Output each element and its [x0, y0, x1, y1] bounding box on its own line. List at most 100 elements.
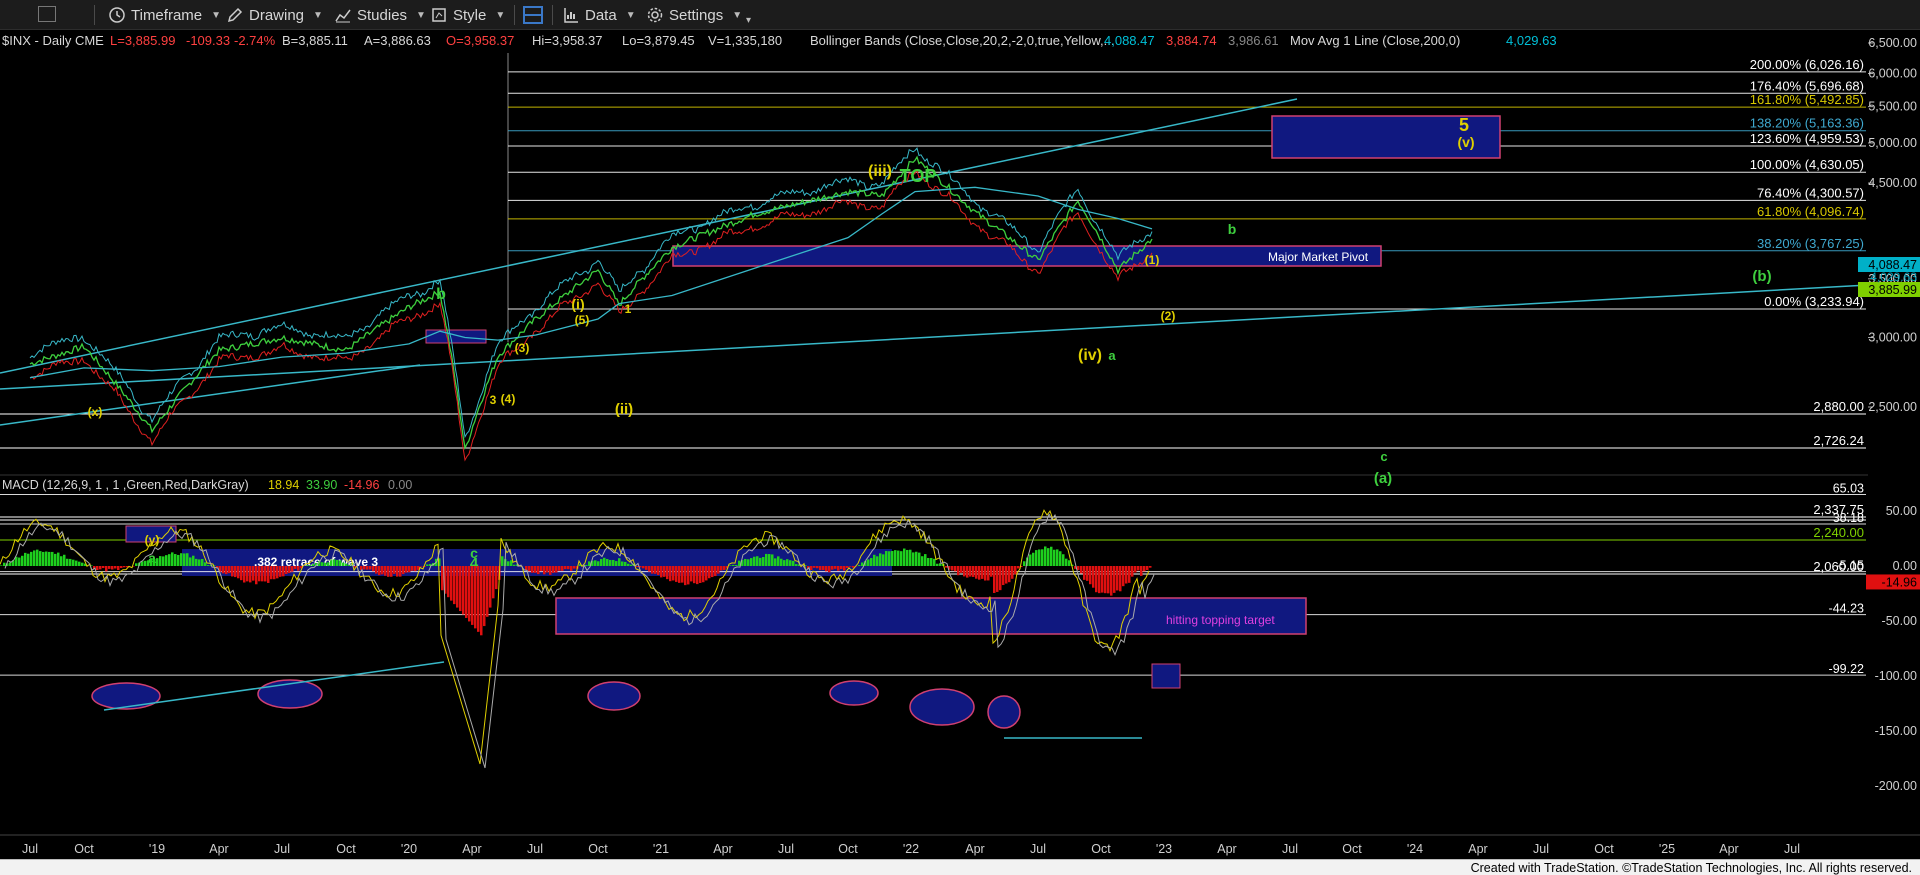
macd-histogram-bar: [729, 565, 732, 566]
macd-histogram-bar: [282, 566, 285, 577]
macd-histogram-bar: [867, 559, 870, 566]
macd-histogram-bar: [480, 566, 483, 636]
macd-histogram-bar: [732, 564, 735, 566]
time-axis-label: Apr: [965, 842, 984, 856]
macd-histogram-bar: [252, 566, 255, 581]
chart-area[interactable]: 200.00% (6,026.16) 176.40% (5,696.68) 161.…: [0, 30, 1920, 859]
macd-histogram-bar: [18, 557, 21, 566]
macd-histogram-bar: [1137, 566, 1140, 571]
macd-histogram-bar: [906, 549, 909, 566]
macd-histogram-bar: [954, 566, 957, 572]
price-tick-label: 2,500.00: [1868, 400, 1917, 414]
macd-histogram-bar: [1116, 566, 1119, 591]
macd-histogram-bar: [705, 566, 708, 581]
toolbar-separator: [514, 5, 515, 25]
macd-histogram-bar: [1092, 566, 1095, 588]
bollinger-lower: 3,884.74: [1166, 33, 1217, 48]
studies-button[interactable]: Studies ▼: [334, 3, 426, 27]
macd-histogram-bar: [525, 566, 528, 571]
data-label: Data: [585, 6, 617, 24]
macd-histogram-bar: [1011, 566, 1014, 579]
macd-histogram-bar: [48, 551, 51, 566]
macd-histogram-bar: [243, 566, 246, 583]
macd-tick-label: 0.00: [1893, 559, 1917, 573]
chevron-down-icon: ▼: [732, 9, 743, 21]
low-price: Lo=3,879.45: [622, 33, 695, 48]
macd-histogram-bar: [51, 551, 54, 566]
macd-histogram-bar: [54, 553, 57, 566]
macd-histogram-bar: [465, 566, 468, 618]
support-label: 2,240.00: [1813, 525, 1864, 540]
fib-label: 61.80% (4,096.74): [1757, 204, 1864, 219]
timeframe-button[interactable]: Timeframe ▼: [108, 3, 221, 27]
macd-zero: 0.00: [388, 478, 412, 492]
ma-axis-label: 4,029.63: [1870, 270, 1917, 284]
macd-histogram-bar: [306, 565, 309, 566]
macd-histogram-bar: [120, 566, 123, 569]
macd-histogram-bar: [1002, 566, 1005, 586]
macd-histogram-bar: [960, 566, 963, 573]
macd-level-label: -5.15: [1836, 559, 1865, 573]
topping-label: hitting topping target: [1166, 613, 1275, 627]
macd-histogram-bar: [1077, 566, 1080, 571]
macd-histogram-bar: [594, 560, 597, 566]
macd-histogram-bar: [459, 566, 462, 612]
macd-tick-label: 50.00: [1886, 504, 1917, 518]
macd-histogram-bar: [264, 566, 267, 582]
volume: V=1,335,180: [708, 33, 783, 48]
chart-canvas[interactable]: 200.00% (6,026.16)176.40% (5,696.68)161.…: [0, 30, 1920, 859]
macd-histogram-bar: [294, 566, 297, 569]
style-button[interactable]: Style ▼: [430, 3, 505, 27]
macd-histogram-bar: [609, 559, 612, 566]
wave-label: (a): [1374, 470, 1392, 487]
macd-histogram-bar: [1128, 566, 1131, 583]
macd-hist: -14.96: [344, 478, 379, 492]
settings-label: Settings: [669, 6, 724, 24]
macd-histogram-bar: [1065, 558, 1068, 566]
overflow-caret[interactable]: ▾: [742, 8, 751, 32]
macd-level-label: -99.22: [1829, 662, 1864, 676]
wave-label: (i): [571, 296, 584, 312]
style-icon: [432, 8, 446, 22]
drawing-button[interactable]: Drawing ▼: [226, 3, 323, 27]
macd-histogram-bar: [21, 555, 24, 566]
macd-histogram-bar: [156, 558, 159, 566]
macd-histogram-bar: [1080, 566, 1083, 574]
macd-histogram-bar: [822, 566, 825, 570]
macd-histogram-bar: [756, 556, 759, 566]
settings-button[interactable]: Settings ▼: [646, 3, 742, 27]
divergence-ellipse: [987, 695, 1021, 729]
window-icon[interactable]: [38, 6, 56, 22]
macd-histogram-bar: [1149, 566, 1152, 568]
macd-histogram-bar: [387, 566, 390, 577]
wave-label: (3): [515, 341, 530, 355]
macd-histogram-bar: [561, 566, 564, 571]
macd-histogram-bar: [819, 566, 822, 571]
macd-histogram-bar: [279, 566, 282, 577]
macd-histogram-bar: [927, 557, 930, 566]
data-button[interactable]: Data ▼: [562, 3, 636, 27]
macd-histogram-bar: [0, 565, 3, 566]
macd-histogram-bar: [1095, 566, 1098, 593]
wave-label: TOP: [900, 166, 937, 186]
layout-button[interactable]: [522, 3, 544, 27]
macd-histogram-bar: [414, 566, 417, 572]
macd-histogram-bar: [447, 566, 450, 598]
macd-histogram-bar: [348, 564, 351, 566]
macd-histogram-bar: [912, 552, 915, 566]
macd-histogram-bar: [567, 566, 570, 570]
macd-histogram-bar: [708, 566, 711, 579]
macd-histogram-bar: [255, 566, 258, 585]
macd-tick-label: -100.00: [1875, 669, 1917, 683]
macd-histogram-bar: [945, 566, 948, 568]
macd-level-label: 65.03: [1833, 481, 1864, 495]
macd-histogram-bar: [375, 566, 378, 574]
macd-histogram-bar: [363, 566, 366, 570]
macd-histogram-bar: [918, 552, 921, 566]
macd-histogram-bar: [597, 561, 600, 566]
macd-histogram-bar: [168, 554, 171, 566]
macd-histogram-bar: [585, 564, 588, 566]
macd-histogram-bar: [663, 566, 666, 577]
macd-histogram-bar: [699, 566, 702, 583]
macd-histogram-bar: [603, 557, 606, 566]
